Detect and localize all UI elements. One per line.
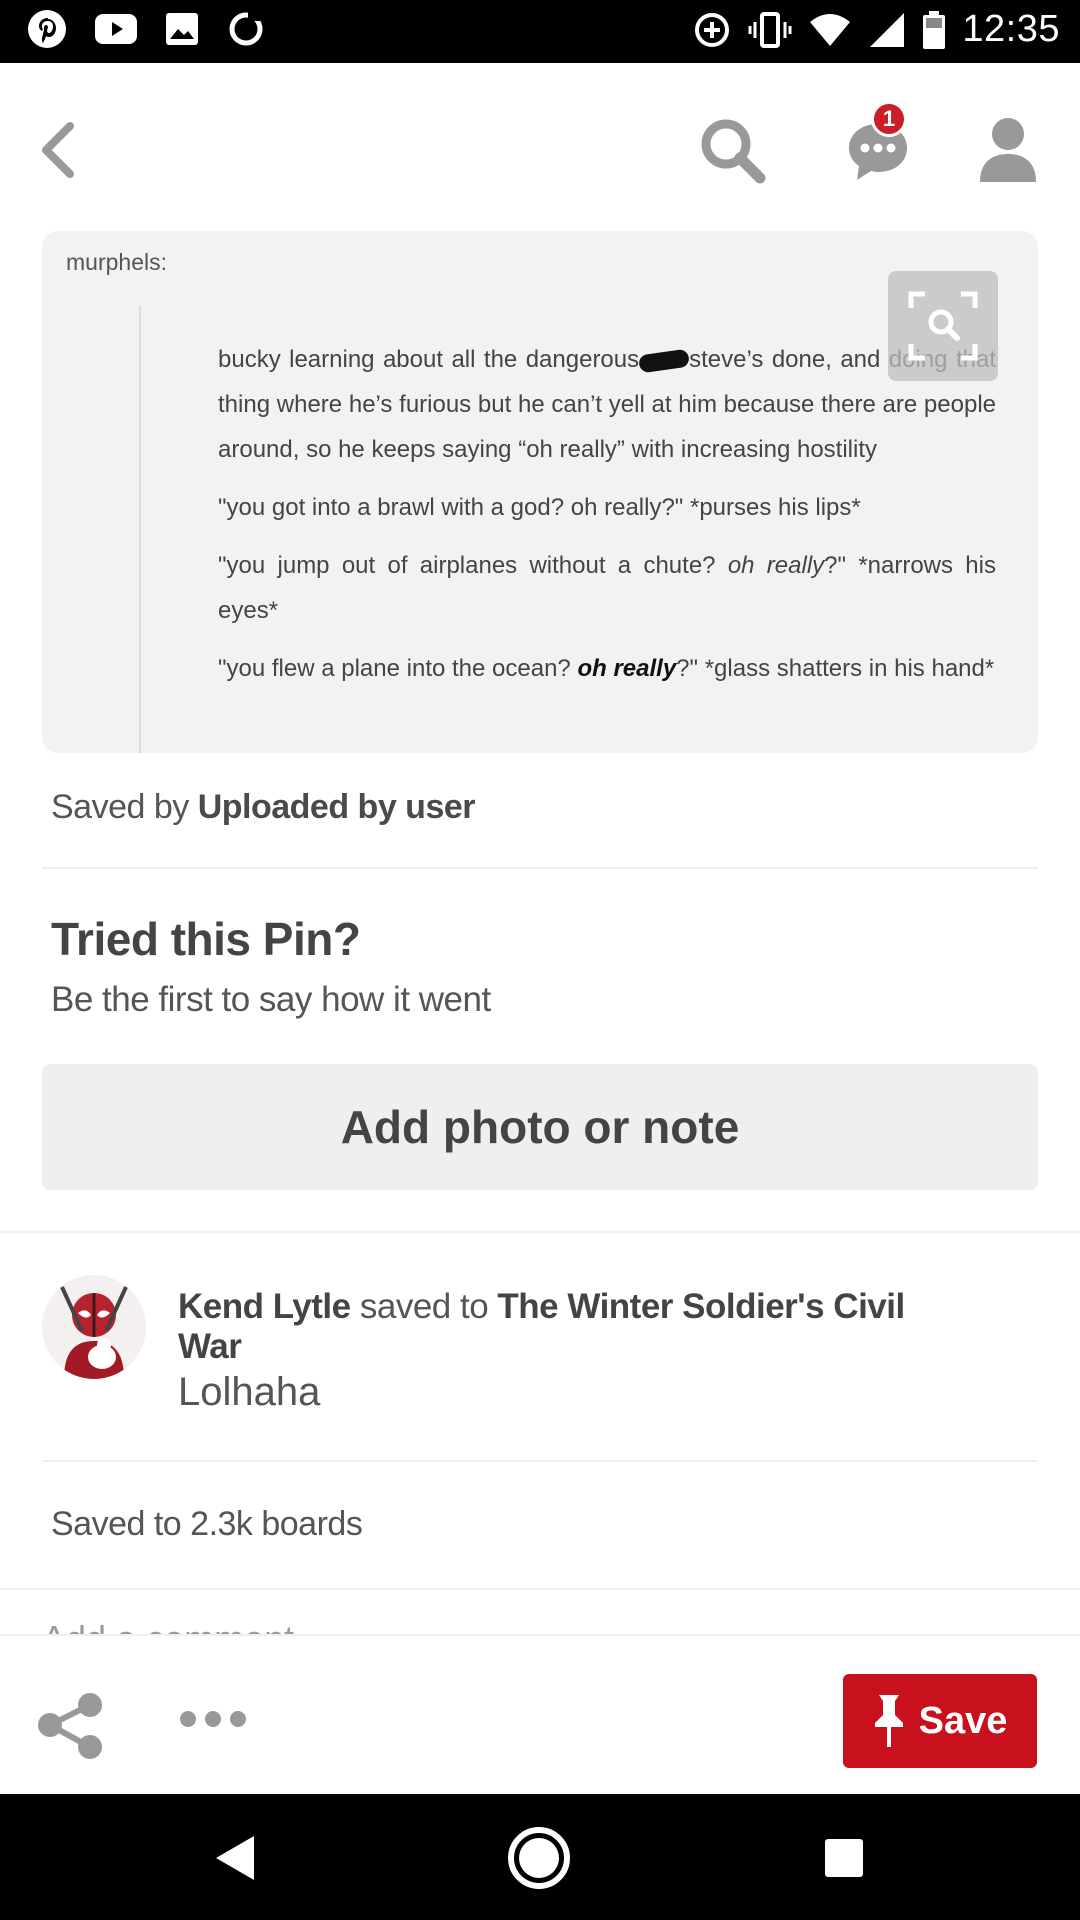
pin-image[interactable]: murphels: bucky learning about all the d…	[42, 231, 1038, 753]
visual-search-button[interactable]	[888, 271, 998, 381]
youtube-icon	[95, 14, 137, 44]
action-bar: Save	[0, 1634, 1080, 1794]
pinterest-icon	[28, 10, 66, 48]
add-photo-or-note-button[interactable]: Add photo or note	[42, 1064, 1038, 1190]
visual-search-icon	[908, 291, 978, 361]
saved-by-line: Saved by Uploaded by user	[51, 788, 476, 826]
avatar-image	[42, 1275, 146, 1379]
share-button[interactable]	[36, 1691, 106, 1761]
system-back-button[interactable]	[198, 1822, 270, 1894]
activity-note: Lolhaha	[178, 1370, 321, 1414]
pin-icon	[874, 1695, 903, 1747]
circle-home-icon	[508, 1827, 570, 1889]
profile-button[interactable]	[965, 105, 1050, 195]
saved-by-name[interactable]: Uploaded by user	[198, 788, 476, 826]
add-comment-field[interactable]: Add a comment	[42, 1612, 294, 1634]
pin-paragraph: bucky learning about all the dangerous st…	[218, 346, 996, 463]
avatar[interactable]	[42, 1275, 146, 1379]
system-nav-bar	[0, 1794, 1080, 1920]
pin-paragraph: "you got into a brawl with a god? oh rea…	[218, 494, 861, 521]
pin-source: murphels:	[66, 249, 167, 275]
boards-count[interactable]: Saved to 2.3k boards	[51, 1505, 363, 1544]
sync-icon	[229, 11, 263, 46]
share-icon	[38, 1693, 102, 1759]
activity-line: Kend Lytle saved to The Winter Soldier's…	[178, 1287, 905, 1366]
tried-pin-subtitle: Be the first to say how it went	[51, 980, 491, 1019]
wifi-icon	[810, 13, 851, 46]
status-bar: 12:35	[0, 0, 1080, 63]
more-options-button[interactable]	[178, 1704, 248, 1744]
vibrate-icon	[748, 11, 792, 48]
save-button[interactable]: Save	[843, 1674, 1037, 1768]
chevron-left-icon	[42, 122, 74, 178]
divider	[42, 867, 1038, 869]
message-count-badge: 1	[871, 101, 907, 137]
pin-paragraph: "you flew a plane into the ocean? oh rea…	[218, 655, 995, 682]
divider	[0, 1588, 1080, 1590]
data-saver-icon	[695, 12, 730, 47]
triangle-back-icon	[216, 1836, 254, 1880]
activity-user[interactable]: Kend Lytle	[178, 1287, 351, 1326]
system-recents-button[interactable]	[808, 1822, 880, 1894]
divider	[0, 1231, 1080, 1233]
search-button[interactable]	[690, 108, 775, 193]
system-home-button[interactable]	[503, 1822, 575, 1894]
person-icon	[979, 118, 1036, 182]
pin-text: bucky learning about all the dangerous st…	[218, 337, 996, 704]
save-label: Save	[918, 1699, 1008, 1742]
redaction-mark	[638, 348, 691, 374]
signal-icon	[870, 12, 905, 47]
more-dots-icon	[180, 1711, 246, 1727]
top-nav	[0, 63, 1080, 228]
divider	[42, 1460, 1038, 1462]
search-icon	[701, 119, 765, 183]
gallery-icon	[166, 13, 198, 45]
battery-icon	[923, 10, 946, 49]
back-button[interactable]	[28, 115, 88, 185]
square-recents-icon	[825, 1839, 863, 1877]
clock: 12:35	[962, 8, 1060, 50]
pin-paragraph: "you jump out of airplanes without a chu…	[218, 552, 996, 624]
quote-bar	[139, 306, 141, 753]
tried-pin-title: Tried this Pin?	[51, 913, 361, 965]
